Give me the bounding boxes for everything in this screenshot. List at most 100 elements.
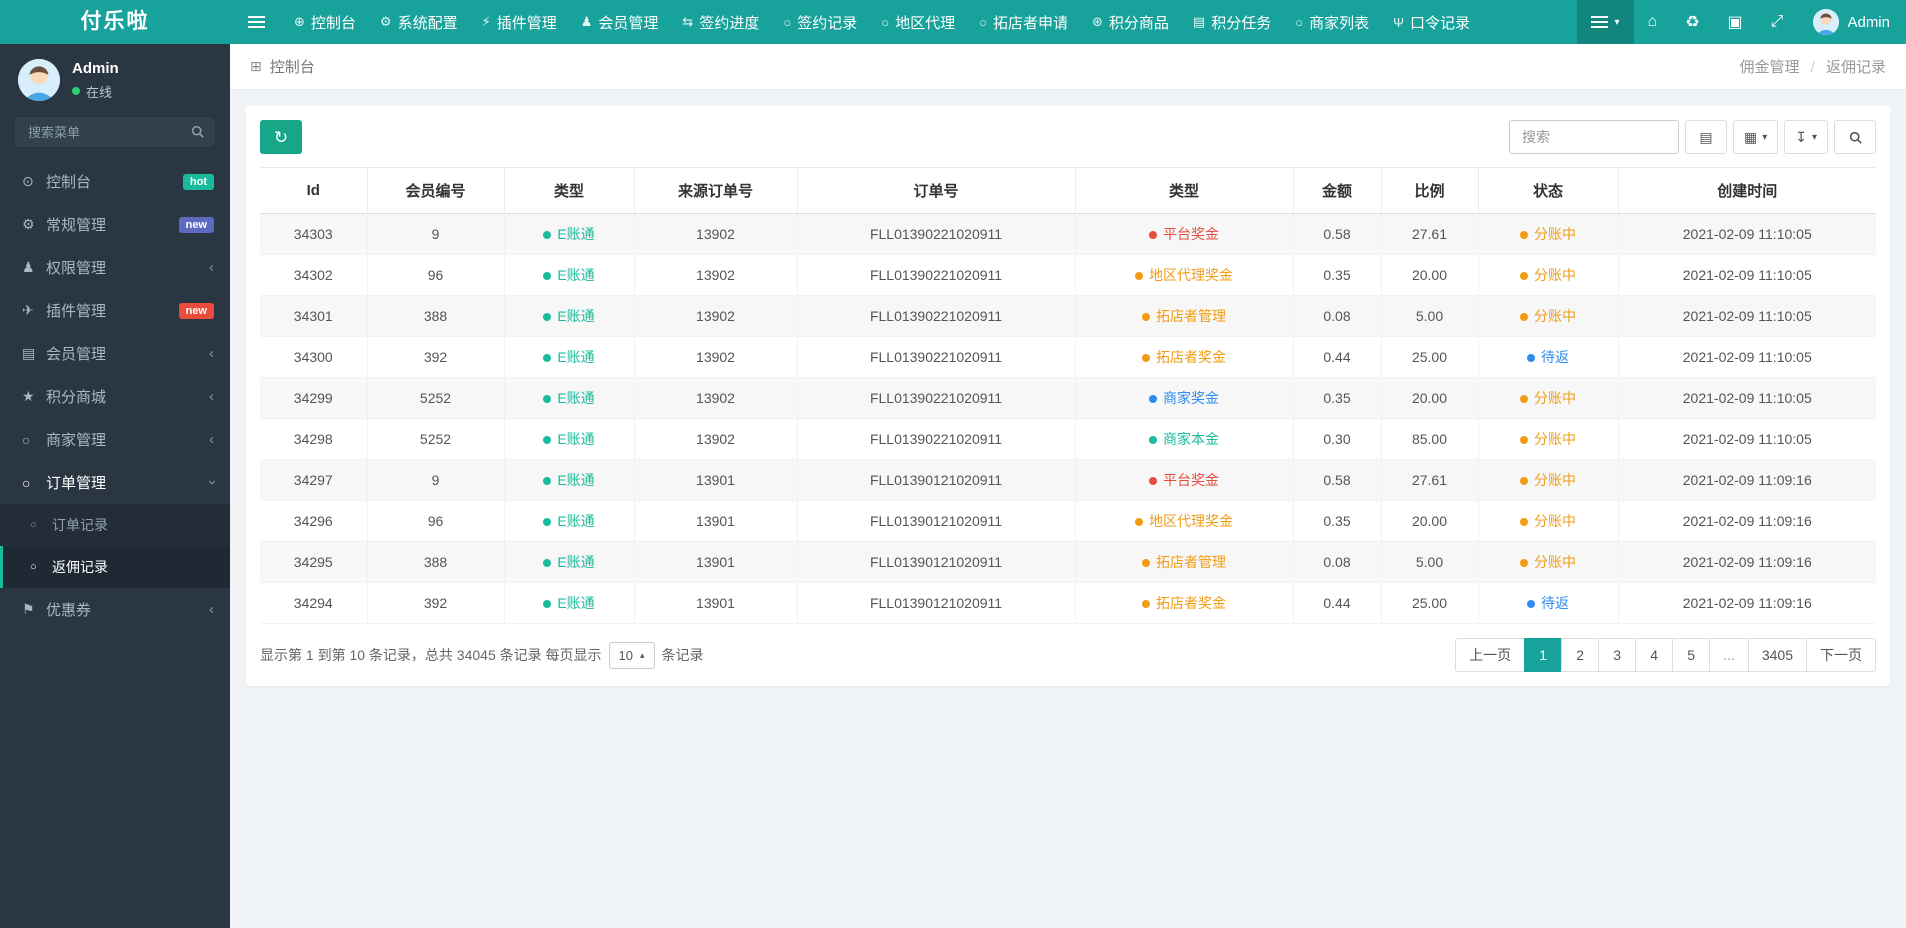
- app-logo[interactable]: 付乐啦: [0, 0, 230, 44]
- top-nav-item-plugin[interactable]: ⚡ 插件管理: [470, 0, 569, 44]
- chevron-left-icon: ‹: [209, 259, 214, 276]
- page-size-dropdown[interactable]: 10 ▴: [608, 641, 655, 669]
- cell-text: 拓店者奖金: [1156, 595, 1226, 611]
- cell-account-type: E账通: [503, 500, 634, 542]
- sidebar-item-points-mall[interactable]: ★ 积分商城 ‹: [0, 375, 230, 418]
- table-toolbar: ↻ ▤ ▦ ▾ ↧ ▾: [260, 120, 1876, 154]
- sidebar-toggle-button[interactable]: [230, 0, 282, 44]
- cell-ratio: 25.00: [1380, 336, 1478, 378]
- sidebar-item-label: 会员管理: [46, 346, 107, 363]
- status-dot-icon: [1527, 600, 1535, 609]
- refresh-button[interactable]: ↻: [260, 120, 302, 154]
- sidebar-item-member[interactable]: ▤ 会员管理 ‹: [0, 332, 230, 375]
- pagination-item[interactable]: 4: [1635, 638, 1674, 672]
- cell-source-order-no: 13901: [633, 582, 797, 624]
- pagination-item[interactable]: 3405: [1747, 638, 1807, 672]
- cell-status: 分账中: [1477, 213, 1618, 255]
- home-button[interactable]: ⌂: [1634, 0, 1672, 44]
- sidebar-group: ✈ 插件管理 new: [0, 289, 230, 332]
- sidebar-item-dashboard[interactable]: ⊙ 控制台 hot: [0, 160, 230, 203]
- cell-status: 分账中: [1477, 254, 1618, 296]
- table-row[interactable]: 34299 5252 E账通 13902 FLL01390221020911 商家奖金 0.…: [260, 377, 1876, 419]
- status-dot-icon: [1149, 231, 1157, 240]
- sidebar-subitem[interactable]: ○ 返佣记录: [0, 546, 230, 588]
- sidebar-item-auth[interactable]: ♟ 权限管理 ‹: [0, 246, 230, 289]
- cell-source-order-no: 13902: [633, 213, 797, 255]
- cell-ratio: 5.00: [1380, 541, 1478, 583]
- pagination-item[interactable]: 3: [1598, 638, 1637, 672]
- cell-text: E账通: [557, 513, 595, 529]
- pagination-item[interactable]: 2: [1561, 638, 1600, 672]
- cell-text: E账通: [557, 267, 595, 283]
- menu-search-input[interactable]: [14, 116, 216, 148]
- cell-created-at: 2021-02-09 11:10:05: [1617, 418, 1876, 460]
- table-row[interactable]: 34297 9 E账通 13901 FLL01390121020911 平台奖金 0.58 2…: [260, 459, 1876, 501]
- cell-status: 待返: [1477, 582, 1618, 624]
- clear-cache-button[interactable]: ♻: [1671, 0, 1713, 44]
- sidebar-subitem[interactable]: ○ 订单记录: [0, 504, 230, 546]
- hamburger-icon: [1591, 16, 1609, 28]
- admin-menu[interactable]: Admin: [1797, 0, 1906, 44]
- top-nav-item-merchant-list[interactable]: ○ 商家列表: [1283, 0, 1381, 44]
- fullscreen-button[interactable]: ⤢: [1757, 0, 1798, 44]
- toolbar-right: ▤ ▦ ▾ ↧ ▾: [1508, 120, 1876, 154]
- cell-member-no: 5252: [366, 377, 504, 419]
- member-icon: ▤: [22, 345, 36, 361]
- top-nav-item-store-apply[interactable]: ○ 拓店者申请: [967, 0, 1080, 44]
- export-dropdown-button[interactable]: ↧ ▾: [1784, 120, 1828, 154]
- top-nav-item-token-record[interactable]: Ψ 口令记录: [1381, 0, 1482, 44]
- pagination-item[interactable]: 1: [1524, 638, 1563, 672]
- table-row[interactable]: 34294 392 E账通 13901 FLL01390121020911 拓店者奖金 0.…: [260, 582, 1876, 624]
- view-toggle-button[interactable]: ▤: [1684, 120, 1727, 154]
- search-icon: [1849, 131, 1862, 144]
- avatar: [18, 59, 60, 101]
- pagination-item[interactable]: 上一页: [1455, 638, 1526, 672]
- top-nav-item-points-task[interactable]: ▤ 积分任务: [1181, 0, 1283, 44]
- status-dot-icon: [1520, 477, 1528, 486]
- status-dot-icon: [543, 436, 552, 445]
- top-nav-item-settings[interactable]: ⚙ 系统配置: [368, 0, 470, 44]
- table-row[interactable]: 34301 388 E账通 13902 FLL01390221020911 拓店者管理 0.…: [260, 295, 1876, 337]
- top-nav-item-member[interactable]: ♟ 会员管理: [569, 0, 671, 44]
- sidebar-item-merchant[interactable]: ○ 商家管理 ‹: [0, 418, 230, 461]
- cell-ratio: 27.61: [1380, 459, 1478, 501]
- cell-status: 分账中: [1477, 541, 1618, 583]
- cell-ratio: 20.00: [1380, 377, 1478, 419]
- top-nav-item-contract-progress[interactable]: ⇆ 签约进度: [670, 0, 771, 44]
- sidebar-item-coupon[interactable]: ⚑ 优惠券 ‹: [0, 588, 230, 631]
- search-toggle-button[interactable]: [1834, 120, 1876, 154]
- table-row[interactable]: 34300 392 E账通 13902 FLL01390221020911 拓店者奖金 0.…: [260, 336, 1876, 378]
- log-button[interactable]: ▣: [1714, 0, 1757, 44]
- breadcrumb-home-link[interactable]: 控制台: [270, 56, 315, 77]
- sidebar-item-order[interactable]: ○ 订单管理 ‹: [0, 461, 230, 504]
- status-dot-icon: [1142, 600, 1150, 609]
- top-nav-item-dashboard[interactable]: ⊕ 控制台: [282, 0, 368, 44]
- columns-dropdown-button[interactable]: ▦ ▾: [1732, 120, 1779, 154]
- top-nav-item-contract-record[interactable]: ○ 签约记录: [771, 0, 869, 44]
- status-dot-icon: [1520, 518, 1528, 527]
- table-row[interactable]: 34298 5252 E账通 13902 FLL01390221020911 商家本金 0.…: [260, 418, 1876, 460]
- table-row[interactable]: 34295 388 E账通 13901 FLL01390121020911 拓店者管理 0.…: [260, 541, 1876, 583]
- pagination-item[interactable]: 5: [1672, 638, 1711, 672]
- cell-order-no: FLL01390121020911: [796, 582, 1075, 624]
- cell-id: 34298: [260, 418, 367, 460]
- pagination-item[interactable]: 下一页: [1806, 638, 1876, 672]
- column-header: 类型: [1074, 167, 1293, 214]
- table-row[interactable]: 34296 96 E账通 13901 FLL01390121020911 地区代理奖金 0.…: [260, 500, 1876, 542]
- table-row[interactable]: 34302 96 E账通 13902 FLL01390221020911 地区代理奖金 0.…: [260, 254, 1876, 296]
- sidebar-item-general[interactable]: ⚙ 常规管理 new: [0, 203, 230, 246]
- top-nav-item-points-goods[interactable]: ⊛ 积分商品: [1080, 0, 1181, 44]
- top-nav-label: 口令记录: [1409, 14, 1470, 32]
- quick-menu-button[interactable]: ▾: [1577, 0, 1634, 44]
- refresh-icon: ↻: [273, 127, 289, 147]
- top-nav-item-region-agent[interactable]: ○ 地区代理: [869, 0, 967, 44]
- cell-member-no: 96: [366, 254, 504, 296]
- breadcrumb-current: 返佣记录: [1825, 59, 1886, 76]
- sidebar-item-addon[interactable]: ✈ 插件管理 new: [0, 289, 230, 332]
- table-row[interactable]: 34303 9 E账通 13902 FLL01390221020911 平台奖金 0.58 2…: [260, 213, 1876, 255]
- hamburger-icon: [247, 16, 265, 28]
- cell-status: 分账中: [1477, 377, 1618, 419]
- cell-amount: 0.35: [1292, 254, 1381, 296]
- table-search-input[interactable]: [1508, 120, 1679, 154]
- cell-text: 拓店者奖金: [1156, 349, 1226, 365]
